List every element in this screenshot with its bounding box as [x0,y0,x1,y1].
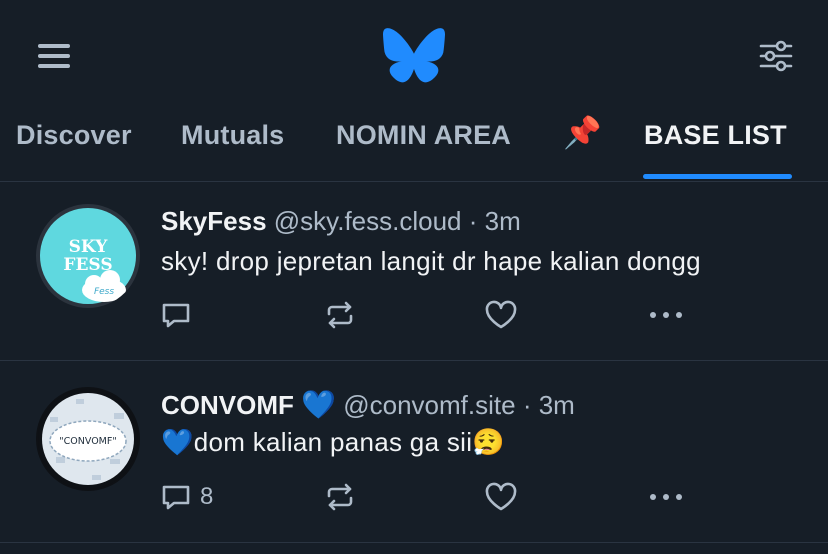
avatar[interactable]: SKY FESS Fess [36,204,140,308]
repost-button[interactable] [324,295,356,335]
post-text-line: 💙dom kalian panas ga sii😮‍💨 [161,427,505,458]
author-handle[interactable]: @convomf.site [343,390,515,420]
feed-post[interactable]: SKY FESS Fess SkyFess @sky.fess.cloud · … [0,182,828,361]
reply-icon [162,303,190,328]
avatar-text: "CONVOMF" [59,436,116,447]
separator-dot: · [468,206,478,236]
more-options-button[interactable] [648,295,684,335]
more-icon [650,494,682,500]
reply-count: 8 [200,483,214,510]
repost-icon [327,301,353,329]
author-emoji: 💙 [301,389,336,420]
like-button[interactable] [484,477,518,517]
avatar[interactable]: "CONVOMF" [36,387,140,491]
post-actions: 8 [0,477,828,517]
feed-tabs: Discover Mutuals NOMIN AREA 📌 BASE LIST [0,110,828,182]
text-emoji-start: 💙 [161,427,194,457]
avatar-text-line1: SKY [69,237,109,257]
feed-settings-icon[interactable] [756,36,796,76]
reply-button[interactable]: 8 [160,477,213,517]
author-name[interactable]: SkyFess [161,206,267,236]
tab-discover[interactable]: Discover [16,120,132,180]
feed-post[interactable]: "CONVOMF" CONVOMF 💙 @convomf.site · 3m 💙… [0,361,828,543]
tab-pinned[interactable]: 📌 [563,114,602,174]
post-time[interactable]: 3m [485,206,521,236]
tab-base-list[interactable]: BASE LIST [644,120,787,180]
like-button[interactable] [484,295,518,335]
post-time[interactable]: 3m [539,390,575,420]
reply-icon [162,485,190,510]
post-text: dom kalian panas ga sii [193,427,473,457]
post-header: SkyFess @sky.fess.cloud · 3m [161,206,521,237]
text-emoji-end: 😮‍💨 [472,427,505,457]
more-options-button[interactable] [648,477,684,517]
more-icon [650,312,682,318]
separator-dot: · [522,390,532,420]
active-tab-indicator [643,174,792,179]
post-header: CONVOMF 💙 @convomf.site · 3m [161,388,575,421]
heart-icon [485,300,517,329]
author-name[interactable]: CONVOMF [161,390,294,420]
reply-button[interactable] [160,295,200,335]
post-actions [0,295,828,335]
heart-icon [485,482,517,511]
author-handle[interactable]: @sky.fess.cloud [274,206,462,236]
post-text: sky! drop jepretan langit dr hape kalian… [161,246,701,276]
top-bar [0,0,828,110]
repost-button[interactable] [324,477,356,517]
hamburger-menu-icon[interactable] [36,38,72,74]
butterfly-logo-icon[interactable] [383,28,445,84]
tab-mutuals[interactable]: Mutuals [181,120,284,180]
tab-nomin-area[interactable]: NOMIN AREA [336,120,511,180]
repost-icon [327,483,353,511]
